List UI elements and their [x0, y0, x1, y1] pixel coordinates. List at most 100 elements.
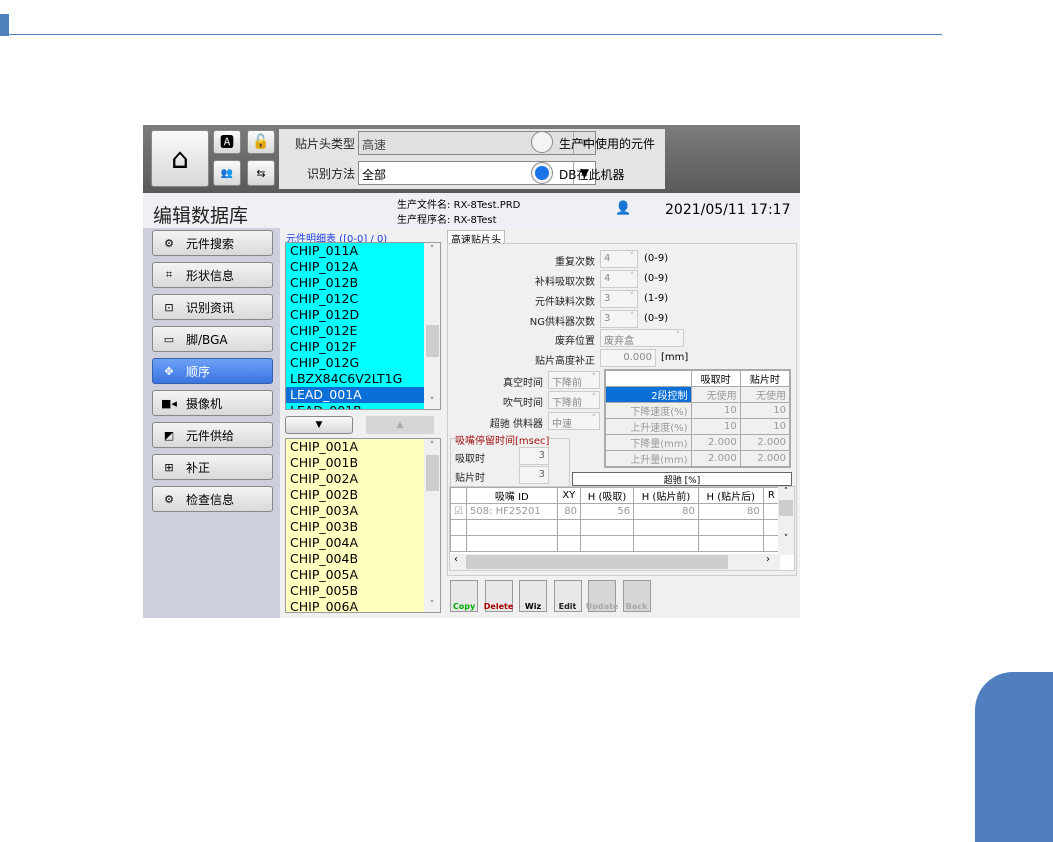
prod-prog-label: 生产程序名: [397, 215, 447, 226]
top-toolbar: ⌂ 🅰 🔓 👥 ⇆ 贴片头类型 高速 ▼ 识别方法 全部 ▼ 生产中使用的元件 DB…: [143, 125, 800, 193]
delete-button[interactable]: Delete: [483, 580, 514, 612]
stage-cell[interactable]: 2.000: [739, 434, 791, 451]
sidebar-item-8[interactable]: ⚙ 检查信息: [152, 486, 273, 512]
update-button[interactable]: Update: [585, 580, 619, 612]
move-up-button[interactable]: ▲: [366, 416, 434, 434]
part-row[interactable]: CHIP_003A: [286, 503, 440, 519]
shape-icon: ⌗: [165, 268, 173, 281]
part-row[interactable]: CHIP_005B: [286, 583, 440, 599]
vacuum-select[interactable]: 下降前 ˅: [548, 371, 600, 389]
stage-cell[interactable]: 无使用: [690, 386, 741, 403]
part-row[interactable]: CHIP_002A: [286, 471, 440, 487]
wiz-button[interactable]: Wiz: [519, 580, 547, 612]
height-input[interactable]: 0.000: [600, 349, 656, 367]
part-row[interactable]: CHIP_001A: [286, 439, 440, 455]
recog-label: 识别方法: [306, 167, 355, 181]
part-row[interactable]: CHIP_012D: [286, 307, 440, 323]
network-button[interactable]: ⇆: [247, 160, 275, 186]
row-checkbox[interactable]: ☑: [450, 503, 467, 520]
part-row[interactable]: CHIP_012C: [286, 291, 440, 307]
edit-button[interactable]: Edit: [553, 580, 582, 612]
head-type-label: 贴片头类型: [294, 137, 355, 151]
user-settings-icon[interactable]: 👤: [615, 201, 631, 216]
field-select[interactable]: 4 ˅: [600, 250, 638, 268]
sidebar-item-7[interactable]: ⊞ 补正: [152, 454, 273, 480]
copy-button[interactable]: Copy: [450, 580, 478, 612]
home-button[interactable]: ⌂: [151, 130, 209, 187]
part-row[interactable]: CHIP_005A: [286, 567, 440, 583]
stage-cell[interactable]: 10: [690, 418, 741, 435]
parts-list-top[interactable]: CHIP_011A CHIP_012A CHIP_012B CHIP_012C CHIP…: [285, 242, 441, 410]
stage-cell[interactable]: 2.000: [690, 434, 741, 451]
part-row[interactable]: CHIP_012E: [286, 323, 440, 339]
stage-header: [604, 369, 692, 387]
field-select[interactable]: 3 ˅: [600, 310, 638, 328]
scrollbar-horizontal[interactable]: ‹ ›: [450, 554, 780, 570]
vacuum-label: 真空时间: [503, 378, 543, 389]
keyboard-button[interactable]: 🅰: [213, 130, 241, 154]
radio-in-production[interactable]: [531, 131, 553, 153]
discard-label: 废弃位置: [555, 336, 595, 347]
stage-cell[interactable]: 10: [739, 402, 791, 419]
move-down-button[interactable]: ▼: [285, 416, 353, 434]
lock-button[interactable]: 🔓: [247, 130, 275, 154]
network-icon: ⇆: [256, 166, 266, 180]
dwell-place-input[interactable]: 3: [519, 466, 549, 484]
scrollbar-vertical[interactable]: ˄ ˅: [778, 487, 794, 555]
correction-icon: ⊞: [164, 460, 174, 474]
stage-table: 吸取时 贴片时 2段控制 无使用 无使用 下降速度(%) 10 10 上升速度(%) 10 10 下降…: [604, 369, 791, 468]
part-row[interactable]: CHIP_006A: [286, 599, 440, 612]
sidebar-item-label: 元件供给: [186, 428, 235, 443]
part-row[interactable]: CHIP_003B: [286, 519, 440, 535]
feeder-select[interactable]: 中速 ˅: [548, 412, 600, 430]
sidebar-item-3[interactable]: ▭ 脚/BGA: [152, 326, 273, 352]
users-button[interactable]: 👥: [213, 160, 241, 186]
sidebar-item-label: 识别资讯: [186, 300, 235, 315]
stage-cell[interactable]: 无使用: [739, 386, 791, 403]
part-row[interactable]: CHIP_004A: [286, 535, 440, 551]
part-row[interactable]: CHIP_012F: [286, 339, 440, 355]
part-row[interactable]: CHIP_004B: [286, 551, 440, 567]
recog-value: 全部: [362, 168, 387, 182]
part-row[interactable]: CHIP_012A: [286, 259, 440, 275]
stage-cell[interactable]: 2.000: [739, 450, 791, 468]
stage-cell[interactable]: 10: [739, 418, 791, 435]
sidebar-item-0[interactable]: ⚙ 元件搜索: [152, 230, 273, 256]
part-row[interactable]: CHIP_012G: [286, 355, 440, 371]
part-row[interactable]: CHIP_012B: [286, 275, 440, 291]
nozzle-header: H (贴片后): [697, 487, 764, 504]
stage-cell[interactable]: 2.000: [690, 450, 741, 468]
field-select[interactable]: 3 ˅: [600, 290, 638, 308]
stage-cell[interactable]: 10: [690, 402, 741, 419]
back-button[interactable]: Back: [622, 580, 651, 612]
dwell-title: 吸嘴停留时间[msec]: [455, 432, 550, 447]
feeder-icon: ◩: [163, 428, 175, 442]
part-row[interactable]: CHIP_011A: [286, 243, 440, 259]
part-row[interactable]: CHIP_002B: [286, 487, 440, 503]
blow-select[interactable]: 下降前 ˅: [548, 391, 600, 409]
sidebar-item-4[interactable]: ✥ 顺序: [152, 358, 273, 384]
tab-high-speed-head[interactable]: 高速贴片头: [447, 230, 505, 246]
field-select[interactable]: 4 ˅: [600, 270, 638, 288]
sidebar-item-5[interactable]: ■◂ 摄像机: [152, 390, 273, 416]
field-label: NG供料器次数: [529, 317, 595, 328]
field-range: (1-9): [644, 293, 669, 304]
part-row[interactable]: LEAD_001B: [286, 403, 440, 409]
field-label: 元件缺料次数: [535, 297, 595, 308]
part-row[interactable]: CHIP_001B: [286, 455, 440, 471]
parts-list-bottom[interactable]: CHIP_001A CHIP_001B CHIP_002A CHIP_002B CHIP…: [285, 438, 441, 613]
sidebar-item-6[interactable]: ◩ 元件供给: [152, 422, 273, 448]
scrollbar[interactable]: ˄ ˅: [424, 243, 440, 409]
part-row[interactable]: LEAD_001A: [286, 387, 424, 403]
part-row[interactable]: LBZX84C6V2LT1G: [286, 371, 440, 387]
radio-db-machine[interactable]: [531, 162, 553, 184]
prod-file-value: RX-8Test.PRD: [453, 200, 521, 211]
update-icon: Update: [585, 602, 619, 611]
discard-value: 废弃盒: [604, 336, 634, 347]
sidebar-item-1[interactable]: ⌗ 形状信息: [152, 262, 273, 288]
scrollbar[interactable]: ˄ ˅: [424, 439, 440, 612]
sidebar-item-2[interactable]: ⊡ 识别资讯: [152, 294, 273, 320]
delete-icon: Delete: [483, 602, 514, 611]
dwell-pick-input[interactable]: 3: [519, 447, 549, 465]
discard-select[interactable]: 废弃盒 ˅: [600, 329, 684, 347]
